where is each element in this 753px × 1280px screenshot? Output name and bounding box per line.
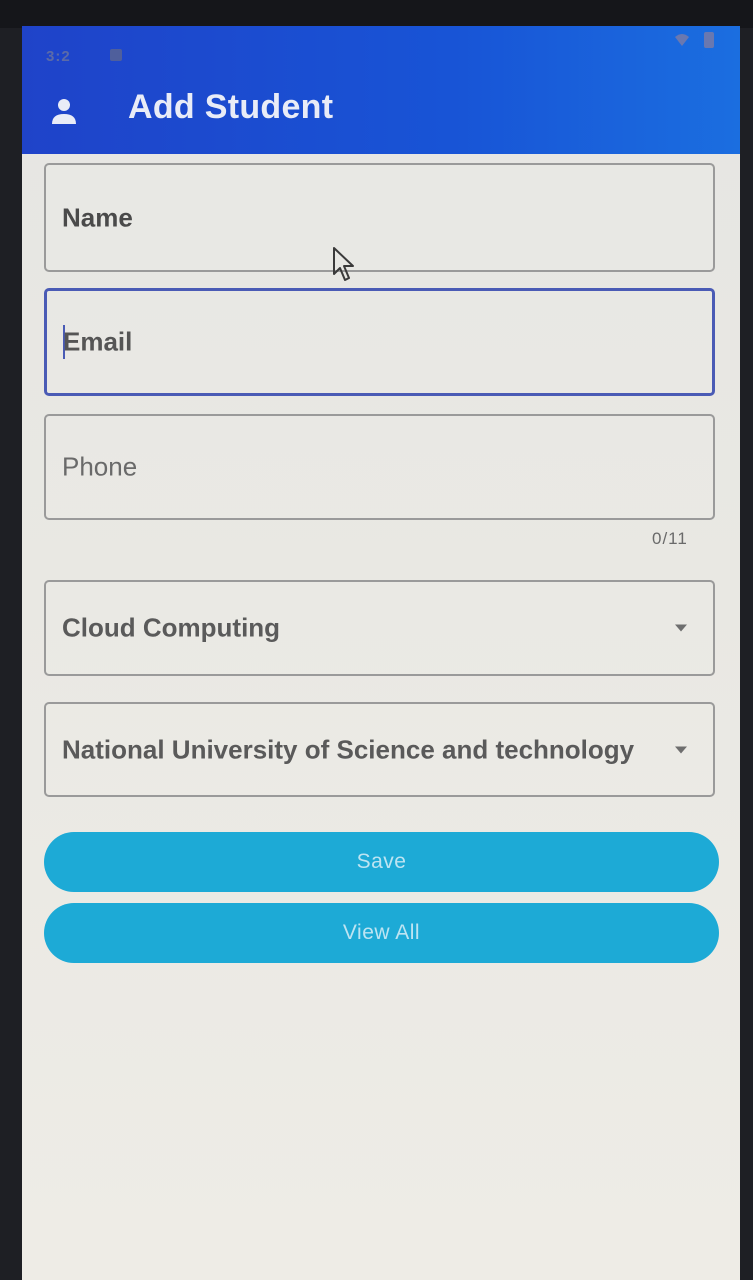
name-placeholder: Name [62,202,133,232]
phone-character-counter: 0/11 [652,529,688,548]
page-title: Add Student [128,88,334,126]
email-field[interactable]: Email [44,288,715,396]
phone-field[interactable]: Phone [44,414,715,520]
wifi-icon [675,34,689,46]
email-placeholder: Email [63,326,133,357]
notification-icon [110,49,122,61]
university-selected-value: National University of Science and techn… [62,734,635,764]
course-select[interactable]: Cloud Computing [44,580,715,676]
device-bezel [0,0,753,28]
name-field[interactable]: Name [44,163,715,272]
dropdown-arrow-icon [675,746,687,753]
phone-placeholder: Phone [62,451,138,482]
app-screen: 3:2 Add Student Name Email Phone 0/11 Cl… [22,26,740,1280]
battery-icon [704,32,714,48]
account-icon [52,99,76,124]
view-all-button[interactable]: View All [44,903,719,963]
app-bar: 3:2 Add Student [22,26,740,154]
dropdown-arrow-icon [675,624,687,632]
course-selected-value: Cloud Computing [62,612,281,643]
save-button[interactable]: Save [44,832,719,892]
university-select[interactable]: National University of Science and techn… [44,702,715,797]
mouse-cursor-icon [333,247,354,281]
status-bar: 3:2 [22,26,740,86]
status-time: 3:2 [46,48,71,65]
